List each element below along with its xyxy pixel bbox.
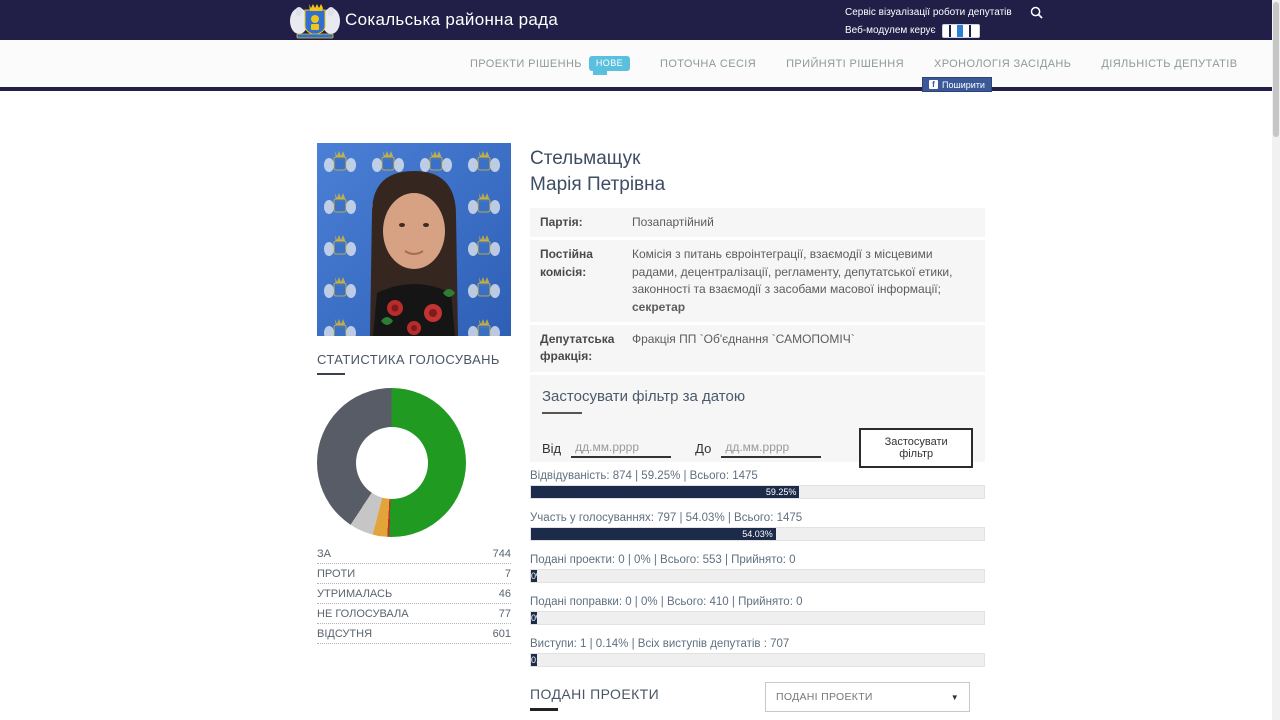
row-value: Комісія з питань євроінтеграції, взаємод… — [632, 246, 975, 316]
bar-label: Виступи: 1 | 0.14% | Всіх виступів депут… — [530, 638, 985, 653]
legend-label: ВІДСУТНЯ — [317, 628, 372, 640]
deputy-surname: Стельмащук — [530, 146, 665, 172]
scrollbar-thumb[interactable] — [1273, 2, 1279, 137]
bar-track: 59.25% — [530, 485, 985, 499]
header-divider — [0, 87, 1280, 91]
stats-heading-block: СТАТИСТИКА ГОЛОСУВАНЬ — [317, 352, 500, 375]
bar-label: Участь у голосуваннях: 797 | 54.03% | Вс… — [530, 512, 985, 527]
bar-fill: 54.03% — [531, 528, 776, 540]
heading-underline — [530, 708, 558, 711]
nav-item-sessions-chronology[interactable]: ХРОНОЛОГІЯ ЗАСІДАНЬ — [934, 58, 1071, 70]
bar-track: 54.03% — [530, 527, 985, 541]
site-title: Сокальська районна рада — [345, 0, 558, 40]
webmodule-label: Веб-модулем керує — [845, 25, 936, 36]
from-label: Від — [542, 441, 561, 456]
table-row-party: Партія: Позапартійний — [530, 208, 985, 237]
facebook-share-button[interactable]: f Поширити — [922, 77, 992, 92]
page: Сокальська районна рада Сервіс візуаліза… — [0, 0, 1280, 720]
legend-value: 7 — [505, 568, 511, 580]
top-header-bar: Сокальська районна рада Сервіс візуаліза… — [0, 0, 1272, 40]
legend-row-ne-holosuvala: НЕ ГОЛОСУВАЛА 77 — [317, 604, 511, 624]
commission-role: секретар — [632, 300, 685, 314]
projects-heading-block: ПОДАНІ ПРОЕКТИ — [530, 686, 659, 711]
legend-value: 46 — [499, 588, 511, 600]
projects-select[interactable]: ПОДАНІ ПРОЕКТИ ▼ — [765, 682, 970, 712]
heading-underline — [542, 412, 582, 414]
commission-text: Комісія з питань євроінтеграції, взаємод… — [632, 247, 952, 296]
table-row-faction: Депутатська фракція: Фракція ПП `Об'єдна… — [530, 325, 985, 372]
activity-bars: Відвідуваність: 874 | 59.25% | Всього: 1… — [530, 470, 985, 680]
legend-label: НЕ ГОЛОСУВАЛА — [317, 608, 409, 620]
bar-track: 0% — [530, 569, 985, 583]
select-value: ПОДАНІ ПРОЕКТИ — [776, 691, 873, 703]
bar-label: Відвідуваність: 874 | 59.25% | Всього: 1… — [530, 470, 985, 485]
legend-label: ПРОТИ — [317, 568, 355, 580]
new-badge: Нове — [589, 56, 630, 71]
row-label: Депутатська фракція: — [540, 331, 632, 366]
legend-label: ЗА — [317, 548, 331, 560]
legend-row-proty: ПРОТИ 7 — [317, 564, 511, 584]
share-label: Поширити — [942, 80, 985, 90]
projects-heading: ПОДАНІ ПРОЕКТИ — [530, 686, 659, 702]
stats-heading: СТАТИСТИКА ГОЛОСУВАНЬ — [317, 352, 500, 367]
bar-track: 0% — [530, 611, 985, 625]
main-navbar: ПРОЕКТИ РІШЕННЬ Нове ПОТОЧНА СЕСІЯ ПРИЙН… — [0, 40, 1280, 87]
facebook-icon: f — [929, 80, 938, 89]
nav-item-adopted-decisions[interactable]: ПРИЙНЯТІ РІШЕННЯ — [786, 58, 904, 70]
page-scrollbar[interactable] — [1272, 0, 1280, 720]
deputy-photo — [317, 143, 511, 336]
nav-item-draft-decisions[interactable]: ПРОЕКТИ РІШЕННЬ Нове — [470, 56, 630, 71]
bar-track: 0.14% — [530, 653, 985, 667]
date-to-input[interactable] — [721, 438, 821, 458]
apply-filter-button[interactable]: Застосувати фільтр — [859, 428, 973, 468]
bar-label: Подані проекти: 0 | 0% | Всього: 553 | П… — [530, 554, 985, 569]
date-from-input[interactable] — [571, 438, 671, 458]
votes-legend: ЗА 744 ПРОТИ 7 УТРИМАЛАСЬ 46 НЕ ГОЛОСУВА… — [317, 544, 511, 644]
row-label: Постійна комісія: — [540, 246, 632, 316]
bar-fill: 0.14% — [531, 654, 537, 666]
nav-item-deputies-activity[interactable]: ДІЯЛЬНІСТЬ ДЕПУТАТІВ — [1101, 58, 1237, 70]
service-tagline: Сервіс візуалізації роботи депутатів — [845, 7, 1012, 18]
bar-attendance: Відвідуваність: 874 | 59.25% | Всього: 1… — [530, 470, 985, 512]
bar-fill: 59.25% — [531, 486, 799, 498]
bar-voting-participation: Участь у голосуваннях: 797 | 54.03% | Вс… — [530, 512, 985, 554]
to-label: До — [695, 441, 711, 456]
nav-item-label: ПОТОЧНА СЕСІЯ — [660, 58, 756, 70]
filter-heading: Застосувати фільтр за датою — [542, 388, 973, 405]
nav-item-label: ХРОНОЛОГІЯ ЗАСІДАНЬ — [934, 58, 1071, 70]
bar-submitted-amendments: Подані поправки: 0 | 0% | Всього: 410 | … — [530, 596, 985, 638]
legend-row-vidsutnia: ВІДСУТНЯ 601 — [317, 624, 511, 644]
row-label: Партія: — [540, 214, 632, 231]
deputy-given-names: Марія Петрівна — [530, 172, 665, 198]
legend-label: УТРИМАЛАСЬ — [317, 588, 392, 600]
nav-item-label: ПРИЙНЯТІ РІШЕННЯ — [786, 58, 904, 70]
legend-value: 601 — [493, 628, 511, 640]
heading-underline — [317, 373, 345, 375]
search-icon[interactable] — [1030, 6, 1043, 19]
bar-fill: 0% — [531, 612, 537, 624]
legend-row-utrymalas: УТРИМАЛАСЬ 46 — [317, 584, 511, 604]
row-value: Позапартійний — [632, 214, 975, 231]
legend-value: 744 — [493, 548, 511, 560]
web-module-logo[interactable] — [942, 24, 980, 38]
bar-fill: 0% — [531, 570, 537, 582]
header-right-block: Сервіс візуалізації роботи депутатів Веб… — [845, 5, 1043, 39]
row-value: Фракція ПП `Об'єднання `САМОПОМІЧ` — [632, 331, 975, 366]
chevron-down-icon: ▼ — [951, 693, 959, 702]
votes-donut-chart — [317, 388, 466, 537]
bar-submitted-projects: Подані проекти: 0 | 0% | Всього: 553 | П… — [530, 554, 985, 596]
deputy-name: Стельмащук Марія Петрівна — [530, 146, 665, 197]
bar-label: Подані поправки: 0 | 0% | Всього: 410 | … — [530, 596, 985, 611]
nav-item-current-session[interactable]: ПОТОЧНА СЕСІЯ — [660, 58, 756, 70]
nav-item-label: ДІЯЛЬНІСТЬ ДЕПУТАТІВ — [1101, 58, 1237, 70]
bar-speeches: Виступи: 1 | 0.14% | Всіх виступів депут… — [530, 638, 985, 680]
nav-item-label: ПРОЕКТИ РІШЕННЬ — [470, 58, 582, 70]
date-filter-panel: Застосувати фільтр за датою Від До Засто… — [530, 376, 985, 462]
legend-row-za: ЗА 744 — [317, 544, 511, 564]
table-row-commission: Постійна комісія: Комісія з питань євроі… — [530, 240, 985, 322]
coat-of-arms-icon — [289, 2, 341, 39]
legend-value: 77 — [499, 608, 511, 620]
